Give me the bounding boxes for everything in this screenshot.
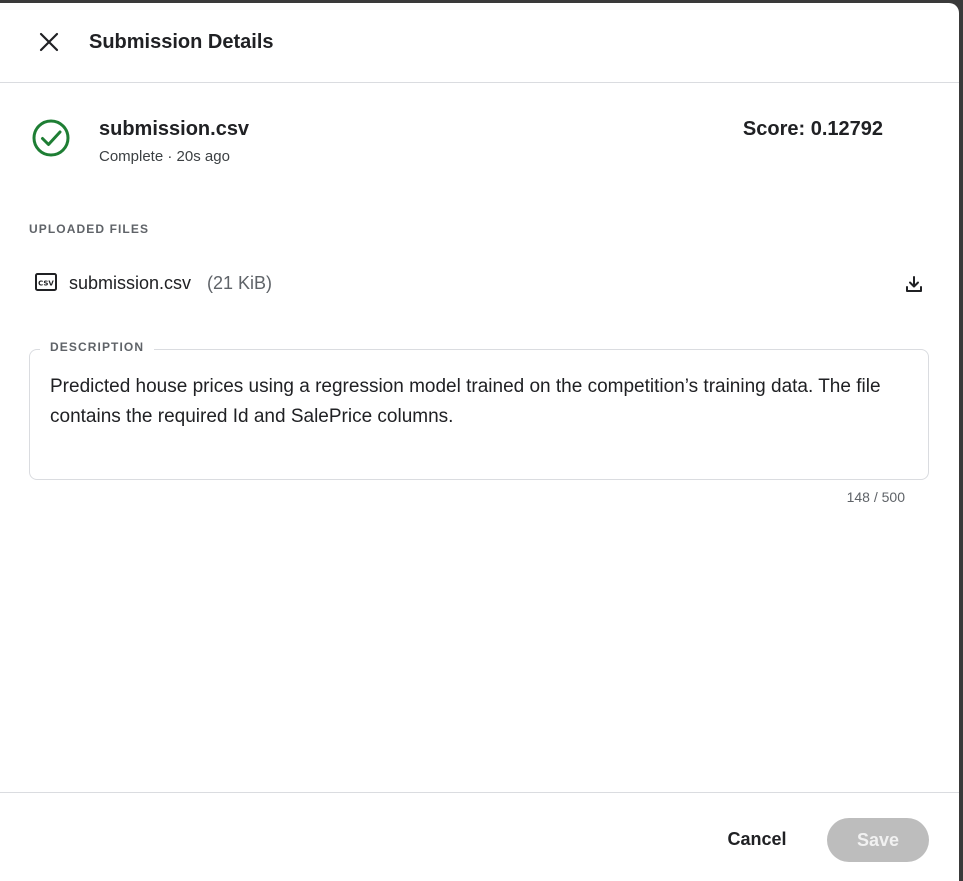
cancel-button[interactable]: Cancel	[710, 817, 804, 861]
panel-title: Submission Details	[89, 31, 274, 53]
submission-details-panel: Submission Details submission.csv Comple…	[0, 3, 959, 881]
panel-header: Submission Details	[0, 3, 959, 83]
close-icon	[39, 32, 59, 52]
description-label: DESCRIPTION	[40, 340, 155, 354]
uploaded-file-name: submission.csv	[69, 273, 192, 293]
close-button[interactable]	[30, 23, 68, 61]
csv-file-icon: CSV	[35, 273, 57, 291]
uploaded-files-heading: UPLOADED FILES	[29, 222, 150, 236]
check-circle-icon	[32, 119, 70, 157]
description-text[interactable]: Predicted house prices using a regressio…	[50, 372, 916, 432]
svg-text:CSV: CSV	[38, 280, 54, 288]
submission-file-name: submission.csv	[99, 118, 250, 140]
download-button[interactable]	[899, 269, 929, 299]
uploaded-file-size: (21 KiB)	[207, 273, 273, 293]
download-icon	[906, 276, 922, 292]
description-field[interactable]: Predicted house prices using a regressio…	[29, 349, 929, 480]
save-button[interactable]: Save	[827, 818, 929, 862]
submission-score: Score: 0.12792	[742, 118, 883, 140]
character-count: 148 / 500	[846, 489, 905, 505]
panel-footer: Cancel Save	[0, 792, 959, 881]
submission-status: Complete · 20s ago	[99, 148, 230, 165]
uploaded-file-row: CSV submission.csv (21 KiB)	[29, 263, 929, 303]
